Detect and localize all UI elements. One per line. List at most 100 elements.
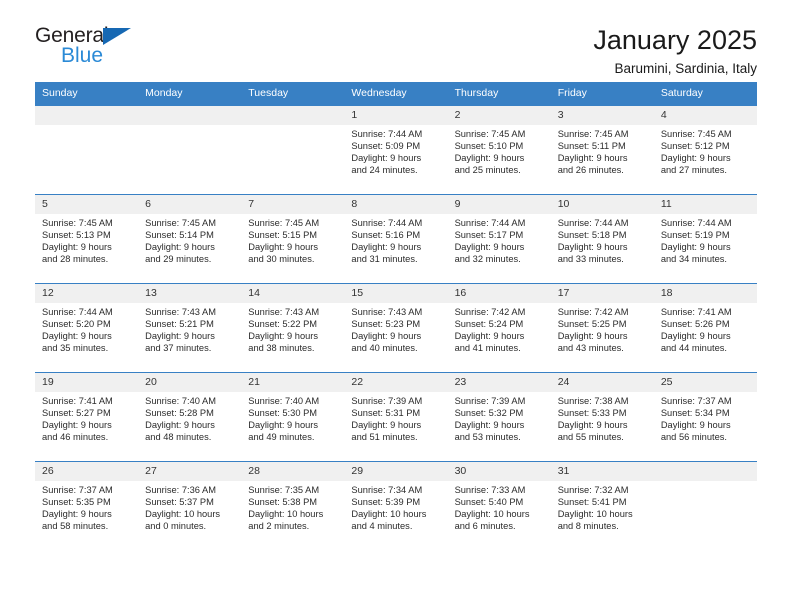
day-number: 8 <box>344 195 448 214</box>
calendar-day-7[interactable]: 7 Sunrise: 7:45 AM Sunset: 5:15 PM Daylight… <box>241 195 345 283</box>
day-info-line: Sunrise: 7:39 AM <box>454 396 526 406</box>
day-info-line: Daylight: 9 hours <box>42 509 112 520</box>
calendar-day-14[interactable]: 14 Sunrise: 7:43 AM Sunset: 5:22 PM Dayligh… <box>241 284 345 372</box>
day-info-line: Sunrise: 7:40 AM <box>248 396 320 406</box>
day-info-line: Daylight: 9 hours <box>248 331 319 342</box>
day-info-line: Daylight: 9 hours <box>660 242 731 253</box>
day-info-line: Daylight: 9 hours <box>351 153 422 164</box>
day-sun-info: Sunrise: 7:40 AM Sunset: 5:30 PM Daylight:… <box>241 392 344 443</box>
weekday-header-wednesday: Wednesday <box>351 87 407 99</box>
day-info-line: Sunset: 5:22 PM <box>248 319 318 330</box>
day-info-line: Sunrise: 7:44 AM <box>351 218 423 228</box>
page-header: General Blue January 2025 Barumini, Sard… <box>35 0 757 76</box>
calendar-week-row: 5 Sunrise: 7:45 AM Sunset: 5:13 PM Daylight… <box>35 194 757 283</box>
day-sun-info: Sunrise: 7:34 AM Sunset: 5:39 PM Daylight:… <box>344 481 447 532</box>
day-info-line: Sunset: 5:15 PM <box>248 230 318 241</box>
day-info-line: Daylight: 9 hours <box>145 420 215 431</box>
calendar-day-16[interactable]: 16 Sunrise: 7:42 AM Sunset: 5:24 PM Dayligh… <box>447 284 551 372</box>
day-number: 2 <box>447 106 551 125</box>
day-info-line: and 44 minutes. <box>660 343 727 354</box>
calendar-day-31[interactable]: 31 Sunrise: 7:32 AM Sunset: 5:41 PM Dayligh… <box>550 462 654 550</box>
day-number: 28 <box>241 462 345 481</box>
day-info-line: and 49 minutes. <box>248 432 315 443</box>
general-blue-logo[interactable]: General Blue <box>35 24 165 70</box>
calendar-day-28[interactable]: 28 Sunrise: 7:35 AM Sunset: 5:38 PM Dayligh… <box>241 462 345 550</box>
day-info-line: Daylight: 9 hours <box>557 242 628 253</box>
day-info-line: Sunset: 5:12 PM <box>660 141 730 152</box>
day-info-line: Sunrise: 7:43 AM <box>351 307 423 317</box>
day-number: 22 <box>344 373 448 392</box>
day-info-line: Daylight: 10 hours <box>145 509 221 520</box>
calendar-day-18[interactable]: 18 Sunrise: 7:41 AM Sunset: 5:26 PM Dayligh… <box>653 284 757 372</box>
day-sun-info: Sunrise: 7:44 AM Sunset: 5:20 PM Daylight:… <box>35 303 138 354</box>
day-info-line: Sunrise: 7:35 AM <box>248 485 320 495</box>
day-sun-info: Sunrise: 7:38 AM Sunset: 5:33 PM Daylight:… <box>551 392 654 443</box>
calendar-day-29[interactable]: 29 Sunrise: 7:34 AM Sunset: 5:39 PM Dayligh… <box>344 462 448 550</box>
logo-triangle-icon <box>103 28 131 45</box>
calendar-day-10[interactable]: 10 Sunrise: 7:44 AM Sunset: 5:18 PM Dayligh… <box>550 195 654 283</box>
day-info-line: and 46 minutes. <box>42 432 109 443</box>
day-sun-info: Sunrise: 7:37 AM Sunset: 5:34 PM Daylight:… <box>654 392 757 443</box>
day-info-line: and 6 minutes. <box>454 521 516 532</box>
day-info-line: Sunset: 5:31 PM <box>351 408 421 419</box>
day-sun-info: Sunrise: 7:35 AM Sunset: 5:38 PM Daylight:… <box>241 481 344 532</box>
calendar-day-19[interactable]: 19 Sunrise: 7:41 AM Sunset: 5:27 PM Dayligh… <box>35 373 139 461</box>
day-info-line: and 37 minutes. <box>145 343 212 354</box>
calendar-day-11[interactable]: 11 Sunrise: 7:44 AM Sunset: 5:19 PM Dayligh… <box>653 195 757 283</box>
calendar-day-25[interactable]: 25 Sunrise: 7:37 AM Sunset: 5:34 PM Dayligh… <box>653 373 757 461</box>
day-info-line: Daylight: 9 hours <box>145 242 215 253</box>
calendar-day-26[interactable]: 26 Sunrise: 7:37 AM Sunset: 5:35 PM Dayligh… <box>35 462 139 550</box>
day-number: 1 <box>344 106 448 125</box>
day-number <box>653 462 757 481</box>
calendar-day-1[interactable]: 1 Sunrise: 7:44 AM Sunset: 5:09 PM Daylight… <box>344 106 448 194</box>
calendar-day-13[interactable]: 13 Sunrise: 7:43 AM Sunset: 5:21 PM Dayligh… <box>138 284 242 372</box>
calendar-day-15[interactable]: 15 Sunrise: 7:43 AM Sunset: 5:23 PM Dayligh… <box>344 284 448 372</box>
calendar-day-30[interactable]: 30 Sunrise: 7:33 AM Sunset: 5:40 PM Dayligh… <box>447 462 551 550</box>
calendar-day-9[interactable]: 9 Sunrise: 7:44 AM Sunset: 5:17 PM Daylight… <box>447 195 551 283</box>
day-info-line: Sunrise: 7:37 AM <box>660 396 732 406</box>
day-info-line: Sunrise: 7:44 AM <box>557 218 629 228</box>
day-info-line: Sunset: 5:25 PM <box>557 319 627 330</box>
day-info-line: and 2 minutes. <box>248 521 310 532</box>
day-info-line: and 38 minutes. <box>248 343 315 354</box>
day-info-line: Sunset: 5:35 PM <box>42 497 111 508</box>
day-info-line: Sunset: 5:38 PM <box>248 497 318 508</box>
day-info-line: Sunrise: 7:42 AM <box>557 307 629 317</box>
day-info-line: Sunrise: 7:45 AM <box>557 129 629 139</box>
day-info-line: Daylight: 9 hours <box>660 420 731 431</box>
day-info-line: and 29 minutes. <box>145 254 212 265</box>
day-info-line: Sunrise: 7:42 AM <box>454 307 526 317</box>
calendar-day-6[interactable]: 6 Sunrise: 7:45 AM Sunset: 5:14 PM Daylight… <box>138 195 242 283</box>
day-number: 24 <box>550 373 654 392</box>
calendar-day-23[interactable]: 23 Sunrise: 7:39 AM Sunset: 5:32 PM Dayligh… <box>447 373 551 461</box>
calendar-day-4[interactable]: 4 Sunrise: 7:45 AM Sunset: 5:12 PM Daylight… <box>653 106 757 194</box>
day-info-line: Daylight: 9 hours <box>454 153 525 164</box>
day-info-line: Daylight: 9 hours <box>42 331 112 342</box>
calendar-day-2[interactable]: 2 Sunrise: 7:45 AM Sunset: 5:10 PM Daylight… <box>447 106 551 194</box>
calendar-day-27[interactable]: 27 Sunrise: 7:36 AM Sunset: 5:37 PM Dayligh… <box>138 462 242 550</box>
calendar-weeks: 1 Sunrise: 7:44 AM Sunset: 5:09 PM Daylight… <box>35 106 757 550</box>
calendar-day-8[interactable]: 8 Sunrise: 7:44 AM Sunset: 5:16 PM Daylight… <box>344 195 448 283</box>
day-info-line: and 8 minutes. <box>557 521 619 532</box>
day-info-line: Daylight: 10 hours <box>351 509 427 520</box>
calendar-day-22[interactable]: 22 Sunrise: 7:39 AM Sunset: 5:31 PM Dayligh… <box>344 373 448 461</box>
day-sun-info: Sunrise: 7:41 AM Sunset: 5:27 PM Daylight:… <box>35 392 138 443</box>
page-title: January 2025 <box>593 25 757 55</box>
calendar-day-5[interactable]: 5 Sunrise: 7:45 AM Sunset: 5:13 PM Daylight… <box>35 195 139 283</box>
day-info-line: Sunrise: 7:32 AM <box>557 485 629 495</box>
day-number: 20 <box>138 373 242 392</box>
weekday-header-row: Sunday Monday Tuesday Wednesday Thursday Frid… <box>35 82 757 106</box>
calendar-day-24[interactable]: 24 Sunrise: 7:38 AM Sunset: 5:33 PM Dayligh… <box>550 373 654 461</box>
calendar-day-21[interactable]: 21 Sunrise: 7:40 AM Sunset: 5:30 PM Dayligh… <box>241 373 345 461</box>
calendar-day-17[interactable]: 17 Sunrise: 7:42 AM Sunset: 5:25 PM Dayligh… <box>550 284 654 372</box>
calendar-day-12[interactable]: 12 Sunrise: 7:44 AM Sunset: 5:20 PM Dayligh… <box>35 284 139 372</box>
calendar-day-20[interactable]: 20 Sunrise: 7:40 AM Sunset: 5:28 PM Dayligh… <box>138 373 242 461</box>
day-info-line: Daylight: 9 hours <box>660 331 731 342</box>
day-info-line: and 48 minutes. <box>145 432 212 443</box>
day-number: 5 <box>35 195 139 214</box>
day-sun-info: Sunrise: 7:42 AM Sunset: 5:25 PM Daylight:… <box>551 303 654 354</box>
calendar-day-3[interactable]: 3 Sunrise: 7:45 AM Sunset: 5:11 PM Daylight… <box>550 106 654 194</box>
day-number: 30 <box>447 462 551 481</box>
day-info-line: Sunrise: 7:38 AM <box>557 396 629 406</box>
day-sun-info: Sunrise: 7:44 AM Sunset: 5:16 PM Daylight:… <box>344 214 447 265</box>
